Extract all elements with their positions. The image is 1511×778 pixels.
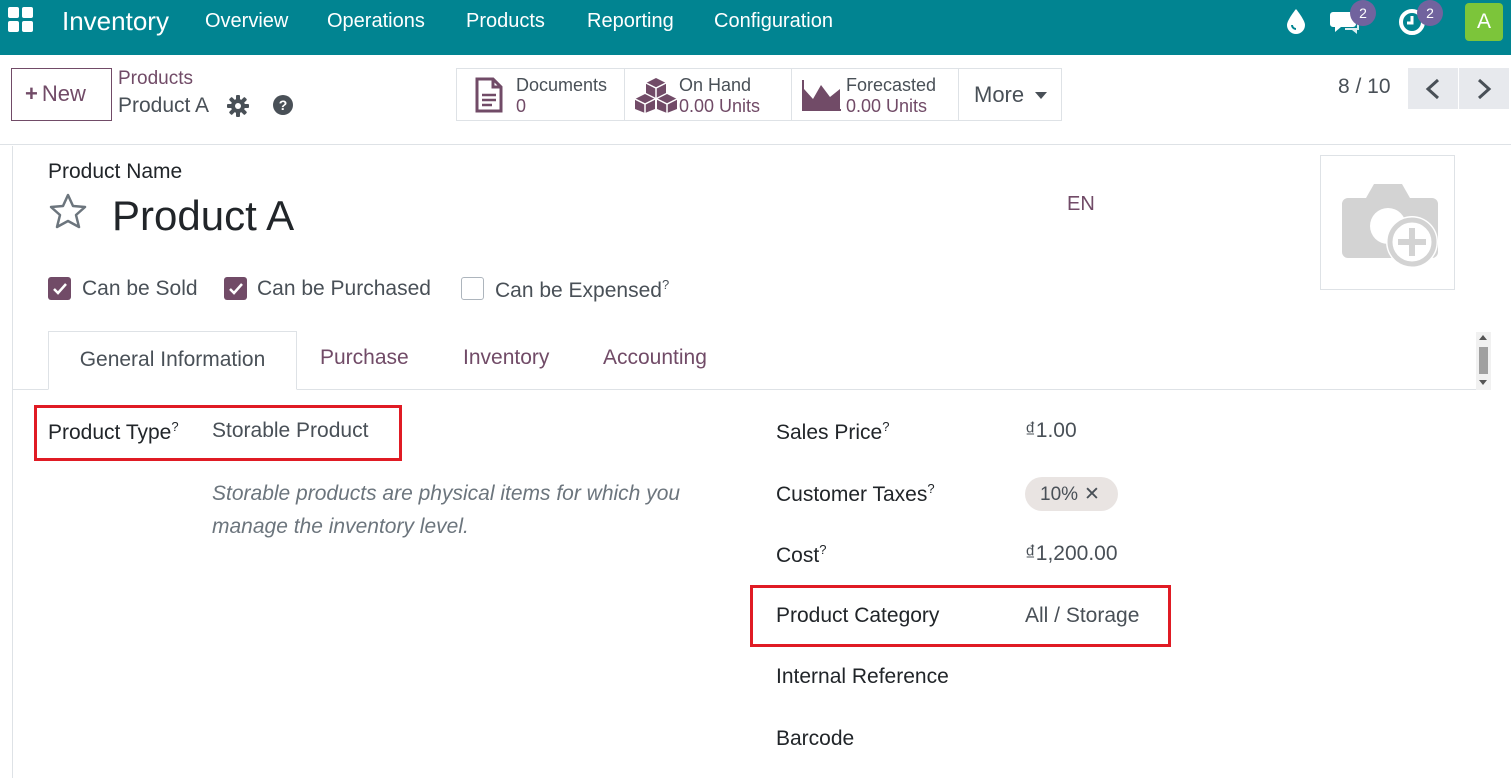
plus-icon: +: [25, 81, 38, 106]
scrollbar[interactable]: [1476, 332, 1491, 390]
tooltip-mark[interactable]: ?: [882, 419, 889, 434]
chevron-right-icon: [1477, 78, 1492, 100]
chevron-left-icon: [1425, 78, 1440, 100]
star-icon[interactable]: [48, 193, 88, 236]
documents-button[interactable]: Documents 0: [456, 68, 625, 121]
product-name-label: Product Name: [48, 160, 183, 183]
form-sheet: [12, 146, 1511, 778]
scroll-down-arrow[interactable]: [1479, 380, 1487, 385]
new-button-label: New: [41, 81, 86, 106]
breadcrumb-parent[interactable]: Products: [118, 68, 193, 90]
can-be-sold-checkbox[interactable]: [48, 277, 71, 300]
apps-menu-icon[interactable]: [8, 7, 36, 35]
activity-badge: 2: [1417, 0, 1443, 26]
can-be-expensed-text: Can be Expensed: [495, 279, 662, 302]
cubes-icon: [634, 78, 678, 113]
can-be-purchased-label[interactable]: Can be Purchased: [257, 277, 431, 301]
area-chart-icon: [802, 80, 841, 111]
language-button[interactable]: EN: [1067, 193, 1095, 216]
chat-badge: 2: [1350, 0, 1376, 26]
menu-reporting[interactable]: Reporting: [587, 10, 674, 33]
scroll-up-arrow[interactable]: [1479, 335, 1487, 340]
tab-inventory[interactable]: Inventory: [463, 346, 549, 370]
internal-reference-label: Internal Reference: [776, 665, 949, 688]
tax-tag[interactable]: 10% ✕: [1025, 477, 1118, 511]
camera-add-icon: [1342, 184, 1438, 268]
documents-count: 0: [516, 96, 527, 116]
product-image-upload[interactable]: [1320, 155, 1455, 290]
documents-label: Documents: [516, 75, 608, 95]
can-be-expensed-checkbox[interactable]: [461, 277, 484, 300]
on-hand-label: On Hand: [679, 75, 752, 95]
svg-text:?: ?: [279, 97, 288, 113]
highlight-box-product-category: [750, 585, 1171, 647]
pager-next-button[interactable]: [1459, 68, 1509, 109]
caret-down-icon: [1035, 92, 1047, 99]
on-hand-value: 0.00 Units: [679, 96, 761, 116]
help-icon[interactable]: ?: [272, 94, 294, 121]
tooltip-mark[interactable]: ?: [662, 277, 669, 292]
tooltip-mark[interactable]: ?: [927, 481, 934, 496]
tax-tag-label: 10%: [1040, 484, 1079, 505]
cost-label: Cost?: [776, 542, 826, 568]
tab-accounting[interactable]: Accounting: [603, 346, 707, 370]
can-be-sold-label[interactable]: Can be Sold: [82, 277, 198, 301]
menu-overview[interactable]: Overview: [205, 10, 288, 33]
product-name-input[interactable]: Product A: [112, 192, 294, 240]
document-icon: [475, 77, 503, 113]
tab-general-information[interactable]: General Information: [48, 331, 297, 390]
pager-value[interactable]: 8 / 10: [1338, 75, 1391, 99]
menu-configuration[interactable]: Configuration: [714, 10, 833, 33]
menu-operations[interactable]: Operations: [327, 10, 425, 33]
gear-icon[interactable]: [227, 95, 249, 122]
check-icon: [53, 283, 67, 295]
avatar[interactable]: A: [1465, 3, 1503, 41]
more-label: More: [974, 82, 1025, 107]
remove-tag-icon[interactable]: ✕: [1084, 484, 1100, 505]
drop-icon[interactable]: [1285, 8, 1307, 39]
cost-input[interactable]: ₫1,200.00: [1025, 542, 1118, 566]
sales-price-label-text: Sales Price: [776, 421, 883, 444]
app-brand[interactable]: Inventory: [62, 6, 169, 37]
new-button[interactable]: + New: [11, 68, 112, 121]
cost-label-text: Cost: [776, 544, 820, 567]
menu-products[interactable]: Products: [466, 10, 545, 33]
scroll-thumb[interactable]: [1479, 347, 1488, 374]
check-icon: [229, 283, 243, 295]
forecasted-value: 0.00 Units: [846, 96, 928, 116]
can-be-purchased-checkbox[interactable]: [224, 277, 247, 300]
control-panel: + New Products Product A ? Documents 0 On…: [0, 56, 1511, 145]
product-type-help: Storable products are physical items for…: [212, 482, 681, 538]
forecasted-label: Forecasted: [846, 75, 937, 95]
pager-prev-button[interactable]: [1408, 68, 1458, 109]
top-navbar: Inventory Overview Operations Products R…: [0, 0, 1511, 55]
sales-price-label: Sales Price?: [776, 419, 889, 445]
sales-price-input[interactable]: ₫1.00: [1025, 419, 1077, 443]
more-button[interactable]: More: [958, 68, 1062, 121]
tab-purchase[interactable]: Purchase: [320, 346, 409, 370]
breadcrumb-current: Product A: [118, 94, 210, 117]
tooltip-mark[interactable]: ?: [819, 542, 826, 557]
customer-taxes-label: Customer Taxes?: [776, 481, 935, 507]
barcode-label: Barcode: [776, 727, 855, 750]
forecasted-button[interactable]: Forecasted 0.00 Units: [791, 68, 959, 121]
on-hand-button[interactable]: On Hand 0.00 Units: [624, 68, 792, 121]
can-be-expensed-label[interactable]: Can be Expensed?: [495, 277, 669, 303]
customer-taxes-label-text: Customer Taxes: [776, 483, 928, 506]
highlight-box-product-type: [34, 405, 402, 461]
